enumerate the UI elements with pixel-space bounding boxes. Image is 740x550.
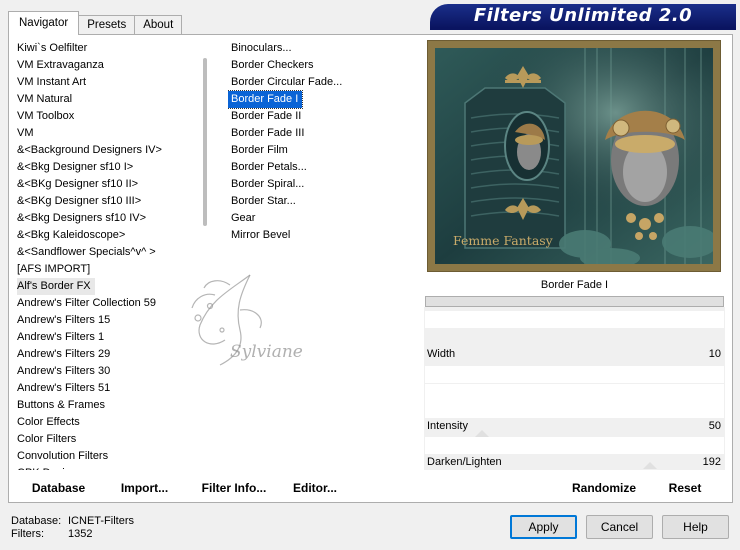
preview-frame: Femme Fantasy (427, 40, 721, 272)
tab-bar: Navigator Presets About (8, 11, 183, 35)
category-list-item[interactable]: Buttons & Frames (17, 397, 197, 414)
cancel-button[interactable]: Cancel (586, 515, 653, 539)
parameter-slot-empty (425, 401, 724, 418)
param-intensity[interactable]: Intensity 50 (425, 418, 724, 436)
param-darken-lighten[interactable]: Darken/Lighten 192 (425, 454, 724, 472)
filter-list-item[interactable]: Border Star... (228, 193, 418, 210)
param-intensity-label: Intensity (427, 420, 468, 432)
parameter-slot-empty (425, 384, 724, 401)
filter-list-item[interactable]: Border Spiral... (228, 176, 418, 193)
category-list-item[interactable]: &<Bkg Kaleidoscope> (17, 227, 197, 244)
filter-list[interactable]: Binoculars... Border Checkers Border Circu… (228, 40, 418, 470)
tab-presets[interactable]: Presets (78, 15, 136, 35)
reset-button[interactable]: Reset (660, 478, 710, 498)
category-list-item[interactable]: Kiwi`s Oelfilter (17, 40, 197, 57)
category-list-item[interactable]: Color Effects (17, 414, 197, 431)
parameter-slot-empty (425, 311, 724, 328)
tab-about[interactable]: About (134, 15, 183, 35)
category-list-item[interactable]: Convolution Filters (17, 448, 197, 465)
parameter-slot-empty (425, 366, 724, 383)
apply-button[interactable]: Apply (510, 515, 577, 539)
filter-list-item[interactable]: Border Fade II (228, 108, 418, 125)
category-list-item[interactable]: &<Bkg Designer sf10 I> (17, 159, 197, 176)
filter-list-item[interactable]: Border Film (228, 142, 418, 159)
category-list-item[interactable]: VM Extravaganza (17, 57, 197, 74)
filter-list-item[interactable]: Mirror Bevel (228, 227, 418, 244)
help-button[interactable]: Help (662, 515, 729, 539)
category-list-item[interactable]: &<BKg Designer sf10 III> (17, 193, 197, 210)
category-list-item[interactable]: Andrew's Filters 29 (17, 346, 197, 363)
editor-button[interactable]: Editor... (280, 478, 350, 498)
filters-count-value: 1352 (68, 528, 93, 540)
category-list-item[interactable]: &<Background Designers IV> (17, 142, 197, 159)
parameter-slot-empty (425, 437, 724, 454)
param-width[interactable]: Width 10 (425, 346, 724, 364)
filter-list-item[interactable]: Border Circular Fade... (228, 74, 418, 91)
category-list-item[interactable]: Color Filters (17, 431, 197, 448)
category-list-item[interactable]: VM Toolbox (17, 108, 197, 125)
status-area: Database: ICNET-Filters Filters: 1352 (11, 515, 134, 541)
filter-list-item[interactable]: Border Fade III (228, 125, 418, 142)
preview-image: Femme Fantasy (435, 48, 713, 264)
category-list-item[interactable]: Andrew's Filters 15 (17, 312, 197, 329)
watermark: Sylviane (180, 270, 340, 370)
preview-caption: Femme Fantasy (453, 233, 554, 248)
category-list-item[interactable]: VM Instant Art (17, 74, 197, 91)
category-list-item[interactable]: [AFS IMPORT] (17, 261, 197, 278)
category-list-item[interactable]: &<BKg Designer sf10 II> (17, 176, 197, 193)
category-list-item[interactable]: Andrew's Filters 30 (17, 363, 197, 380)
preview-artwork: Femme Fantasy (435, 48, 713, 264)
randomize-button[interactable]: Randomize (564, 478, 644, 498)
category-list-item[interactable]: &<Sandflower Specials^v^ > (17, 244, 197, 261)
filter-list-item[interactable]: Border Checkers (228, 57, 418, 74)
database-value: ICNET-Filters (68, 515, 134, 527)
filters-count-label: Filters: (11, 528, 44, 540)
watermark-text: Sylviane (230, 342, 303, 362)
scrollbar-thumb[interactable] (203, 58, 207, 226)
intensity-slider-thumb-icon[interactable] (475, 430, 489, 437)
tab-navigator[interactable]: Navigator (8, 11, 80, 35)
param-width-label: Width (427, 348, 456, 360)
filter-info-button[interactable]: Filter Info... (188, 478, 280, 498)
title-underline (430, 28, 736, 30)
app-title-banner: Filters Unlimited 2.0 (430, 4, 736, 28)
database-label: Database: (11, 515, 62, 527)
filter-list-item[interactable]: Binoculars... (228, 40, 418, 57)
filter-list-item[interactable]: Border Petals... (228, 159, 418, 176)
category-list-item[interactable]: Andrew's Filter Collection 59 (17, 295, 197, 312)
category-list-item[interactable]: CPK Designs (17, 465, 197, 470)
database-button[interactable]: Database (16, 478, 101, 498)
filter-list-item[interactable]: Gear (228, 210, 418, 227)
import-button[interactable]: Import... (101, 478, 188, 498)
category-list-item[interactable]: Alf's Border FX (17, 278, 95, 295)
category-list-item[interactable]: Andrew's Filters 51 (17, 380, 197, 397)
category-scrollbar[interactable] (197, 40, 214, 470)
param-darken-lighten-value: 192 (702, 456, 721, 468)
filter-list-item[interactable]: Border Fade I (228, 90, 304, 109)
category-list-item[interactable]: &<Bkg Designers sf10 IV> (17, 210, 197, 227)
parameter-toolbar: Randomize Reset (424, 478, 726, 498)
category-list-item[interactable]: VM (17, 125, 197, 142)
category-list-item[interactable]: Andrew's Filters 1 (17, 329, 197, 346)
filter-info-bar (425, 296, 724, 307)
darken-lighten-slider-thumb-icon[interactable] (643, 462, 657, 469)
navigator-toolbar: Database Import... Filter Info... Editor… (16, 478, 420, 498)
param-width-value: 10 (708, 348, 721, 360)
param-darken-lighten-label: Darken/Lighten (427, 456, 502, 468)
category-list[interactable]: Kiwi`s Oelfilter VM Extravaganza VM Instan… (17, 40, 197, 470)
category-list-item[interactable]: VM Natural (17, 91, 197, 108)
selected-filter-name: Border Fade I (540, 279, 609, 291)
param-intensity-value: 50 (708, 420, 721, 432)
